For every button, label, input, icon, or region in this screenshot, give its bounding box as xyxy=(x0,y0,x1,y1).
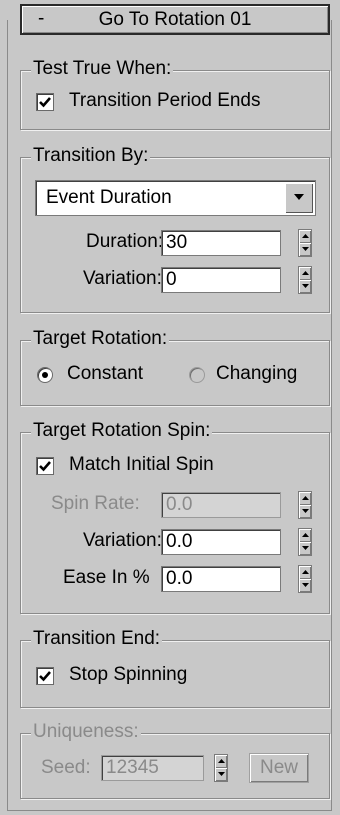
variation-spinner[interactable] xyxy=(298,266,312,294)
transition-period-ends-label: Transition Period Ends xyxy=(69,90,261,111)
new-seed-button[interactable]: New xyxy=(249,753,309,783)
group-label: Transition By: xyxy=(31,145,151,167)
dropdown-arrow-button[interactable] xyxy=(285,183,313,213)
group-transition-end: Transition End: Stop Spinning xyxy=(20,628,330,708)
ease-in-input[interactable]: 0.0 xyxy=(161,566,281,592)
match-initial-spin-label: Match Initial Spin xyxy=(69,454,214,475)
spin-rate-input[interactable]: 0.0 xyxy=(161,492,281,518)
radio-changing[interactable] xyxy=(189,367,205,383)
variation-label: Variation: xyxy=(83,268,162,289)
group-label: Test True When: xyxy=(31,58,174,80)
arrow-down-icon xyxy=(218,772,225,776)
duration-spinner[interactable] xyxy=(298,229,312,257)
seed-input[interactable]: 12345 xyxy=(101,755,204,781)
stop-spinning-checkbox[interactable] xyxy=(36,667,54,685)
seed-label: Seed: xyxy=(41,757,91,778)
arrow-up-icon xyxy=(302,234,309,238)
group-label: Target Rotation Spin: xyxy=(31,420,213,442)
spin-rate-spinner[interactable] xyxy=(298,491,312,519)
arrow-up-icon xyxy=(218,759,225,763)
duration-label: Duration: xyxy=(86,231,164,252)
radio-constant-label: Constant xyxy=(67,363,144,384)
arrow-down-icon xyxy=(302,509,309,513)
arrow-up-icon xyxy=(302,533,309,537)
duration-input[interactable]: 30 xyxy=(161,230,281,256)
group-label: Transition End: xyxy=(31,628,163,650)
match-initial-spin-checkbox[interactable] xyxy=(36,457,54,475)
group-label: Target Rotation: xyxy=(31,328,170,350)
radio-dot xyxy=(42,372,48,378)
seed-spinner[interactable] xyxy=(214,754,228,782)
transition-period-ends-checkbox[interactable] xyxy=(36,93,54,111)
group-target-rotation: Target Rotation: Constant Changing xyxy=(20,328,330,406)
chevron-down-icon xyxy=(294,194,304,200)
arrow-down-icon xyxy=(302,546,309,550)
variation-input[interactable]: 0 xyxy=(161,267,281,293)
ease-in-label: Ease In % xyxy=(63,567,150,588)
rollout-header[interactable]: - Go To Rotation 01 xyxy=(20,4,330,35)
spin-variation-spinner[interactable] xyxy=(298,528,312,556)
rollout-title: Go To Rotation 01 xyxy=(98,9,252,30)
arrow-down-icon xyxy=(302,583,309,587)
dropdown-value: Event Duration xyxy=(46,187,172,208)
arrow-up-icon xyxy=(302,271,309,275)
stop-spinning-label: Stop Spinning xyxy=(69,664,188,685)
ease-in-spinner[interactable] xyxy=(298,565,312,593)
checkmark-icon xyxy=(39,671,51,682)
spin-variation-label: Variation: xyxy=(83,530,162,551)
group-target-rotation-spin: Target Rotation Spin: Match Initial Spin… xyxy=(20,420,330,614)
arrow-up-icon xyxy=(302,570,309,574)
radio-constant[interactable] xyxy=(37,367,53,383)
checkmark-icon xyxy=(39,97,51,108)
arrow-down-icon xyxy=(302,247,309,251)
arrow-down-icon xyxy=(302,284,309,288)
spin-rate-label: Spin Rate: xyxy=(51,493,140,514)
arrow-up-icon xyxy=(302,496,309,500)
group-label: Uniqueness: xyxy=(31,721,141,743)
transition-by-dropdown[interactable]: Event Duration xyxy=(35,180,316,216)
group-transition-by: Transition By: Event Duration Duration: … xyxy=(20,145,330,313)
radio-changing-label: Changing xyxy=(216,363,298,384)
group-test-true-when: Test True When: Transition Period Ends xyxy=(20,58,330,130)
group-uniqueness: Uniqueness: Seed: 12345 New xyxy=(20,721,330,799)
checkmark-icon xyxy=(39,461,51,472)
spin-variation-input[interactable]: 0.0 xyxy=(161,529,281,555)
